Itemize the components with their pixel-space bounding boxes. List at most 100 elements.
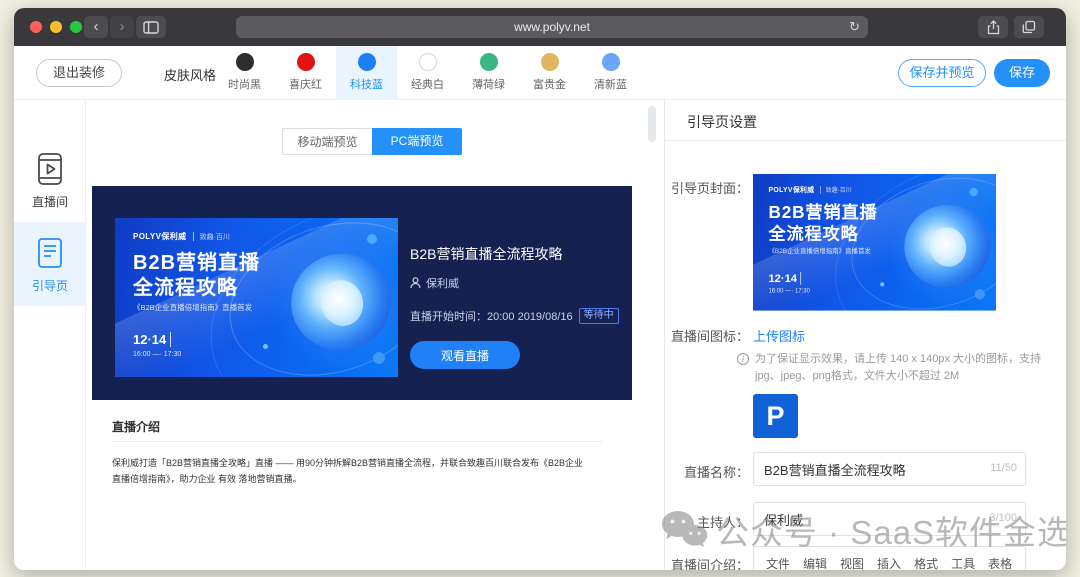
tab-pc-preview[interactable]: PC端预览 [372,128,462,155]
minimize-window-button[interactable] [50,21,62,33]
upload-icon-link[interactable]: 上传图标 [753,326,805,345]
skin-option-lightblue[interactable]: 清新蓝 [580,46,641,100]
editor-menu-table[interactable]: 表格 [988,555,1012,570]
partner-logo: 致趣·百川 [826,186,852,195]
banner-date: 12·14 [768,272,801,285]
share-button[interactable] [978,16,1008,38]
sidebar-toggle-button[interactable] [136,16,166,38]
session-info: B2B营销直播全流程攻略 保利威 直播开始时间：20:00 2019/08/16… [410,244,625,369]
white-swatch [419,53,437,71]
editor-menu-view[interactable]: 视图 [840,555,864,570]
editor-menu-edit[interactable]: 编辑 [803,555,827,570]
banner-dot [263,344,268,349]
skin-option-label: 经典白 [411,76,444,92]
zoom-window-button[interactable] [70,21,82,33]
skin-option-label: 清新蓝 [594,76,627,92]
skin-option-label: 富贵金 [533,76,566,92]
close-window-button[interactable] [30,21,42,33]
session-speaker: 保利威 [410,275,625,291]
banner-dot [969,188,978,197]
status-badge: 等待中 [579,308,619,324]
cover-banner-preview: POLYV保利威 致趣·百川 B2B营销直播 全流程攻略 《B2B企业直播倍增指… [753,174,996,311]
live-name-label: 直播名称： [665,462,749,481]
banner-logos: POLYV保利威 致趣·百川 [768,185,851,194]
rich-text-editor[interactable]: 文件 编辑 视图 插入 格式 工具 表格 [753,546,1026,570]
skin-option-label: 科技蓝 [350,76,383,92]
icon-upload-hint: 为了保证显示效果，请上传 140 x 140px 大小的图标，支持jpg、jpe… [755,351,1043,385]
editor-menubar: 文件 编辑 视图 插入 格式 工具 表格 [754,547,1025,570]
host-field-wrap: 3/100 [753,502,1026,536]
banner-time: 16:00 —· 17:30 [133,351,181,358]
gold-swatch [541,53,559,71]
skin-option-blue-selected[interactable]: 科技蓝 [336,46,397,100]
skin-option-label: 薄荷绿 [472,76,505,92]
skin-option-red[interactable]: 喜庆红 [275,46,336,100]
panel-title: 引导页设置 [687,112,757,132]
watch-live-button[interactable]: 观看直播 [410,341,520,369]
polyv-logo: POLYV保利威 [768,185,814,194]
editor-menu-tools[interactable]: 工具 [951,555,975,570]
live-cover-banner: POLYV保利威 致趣·百川 B2B营销直播 全流程攻略 《B2B企业直播倍增指… [115,218,398,377]
banner-subtitle: 《B2B企业直播倍增指南》直播首发 [133,302,252,313]
editor-menu-format[interactable]: 格式 [914,555,938,570]
skin-option-black[interactable]: 时尚黑 [214,46,275,100]
tab-mobile-preview[interactable]: 移动端预览 [282,128,372,155]
logo-divider [193,232,194,241]
decorator-toolbar: 退出装修 皮肤风格 时尚黑 喜庆红 科技蓝 经典白 [14,46,1066,100]
uploaded-room-icon[interactable]: P [753,394,798,438]
browser-titlebar: ‹ › www.polyv.net ↻ [14,8,1066,46]
preview-scrollbar[interactable] [648,106,656,142]
cover-thumbnail[interactable]: POLYV保利威 致趣·百川 B2B营销直播 全流程攻略 《B2B企业直播倍增指… [753,174,996,312]
skin-option-label: 喜庆红 [289,76,322,92]
live-name-field-wrap: 11/50 [753,452,1026,486]
live-name-counter: 11/50 [990,462,1017,474]
skin-option-label: 时尚黑 [228,76,261,92]
sidebar-item-guide-page[interactable]: 引导页 [14,222,86,306]
skin-option-green[interactable]: 薄荷绿 [458,46,519,100]
info-icon: i [737,353,749,365]
exit-decoration-button[interactable]: 退出装修 [36,59,122,87]
room-icon-label: 直播间图标： [665,326,749,345]
sidebar-item-live-room[interactable]: 直播间 [14,138,86,222]
left-sidebar: 直播间 引导页 [14,100,86,570]
host-input[interactable] [753,502,1026,536]
skin-option-gold[interactable]: 富贵金 [519,46,580,100]
speaker-name: 保利威 [426,275,459,291]
save-button[interactable]: 保存 [994,59,1050,87]
preview-area: 移动端预览 PC端预览 [86,100,664,570]
red-swatch [297,53,315,71]
guide-page-settings-panel: 引导页设置 引导页封面： POLYV [664,100,1066,570]
person-icon [410,277,421,289]
blue-swatch [358,53,376,71]
address-bar[interactable]: www.polyv.net ↻ [236,16,868,38]
editor-menu-insert[interactable]: 插入 [877,555,901,570]
live-room-icon [35,152,65,186]
guide-page-icon [35,236,65,270]
banner-logos: POLYV保利威 致趣·百川 [133,231,230,242]
preview-mode-tabs: 移动端预览 PC端预览 [282,128,462,155]
tabs-overview-button[interactable] [1014,16,1044,38]
logo-divider [820,186,821,194]
traffic-lights [30,21,82,33]
skin-style-label: 皮肤风格 [164,65,216,84]
banner-dot [880,282,884,286]
green-swatch [480,53,498,71]
cover-label: 引导页封面： [665,178,749,197]
save-and-preview-button[interactable]: 保存并预览 [898,59,986,87]
skin-swatches: 时尚黑 喜庆红 科技蓝 经典白 薄荷绿 [214,46,641,100]
browser-window: ‹ › www.polyv.net ↻ [14,8,1066,570]
start-time-text: 直播开始时间：20:00 2019/08/16 [410,308,573,324]
forward-button[interactable]: › [110,16,134,38]
editor-menu-file[interactable]: 文件 [766,555,790,570]
host-counter: 3/100 [989,512,1017,524]
refresh-icon[interactable]: ↻ [849,16,860,38]
host-label: 主持人： [665,512,749,531]
panel-divider [665,140,1066,141]
live-name-input[interactable] [753,452,1026,486]
landing-banner-section: POLYV保利威 致趣·百川 B2B营销直播 全流程攻略 《B2B企业直播倍增指… [92,186,632,400]
skin-option-white[interactable]: 经典白 [397,46,458,100]
session-start-time: 直播开始时间：20:00 2019/08/16 等待中 [410,308,625,324]
banner-title-line2: 全流程攻略 [133,271,238,300]
back-button[interactable]: ‹ [84,16,108,38]
sidebar-toggle-icon [143,21,159,34]
